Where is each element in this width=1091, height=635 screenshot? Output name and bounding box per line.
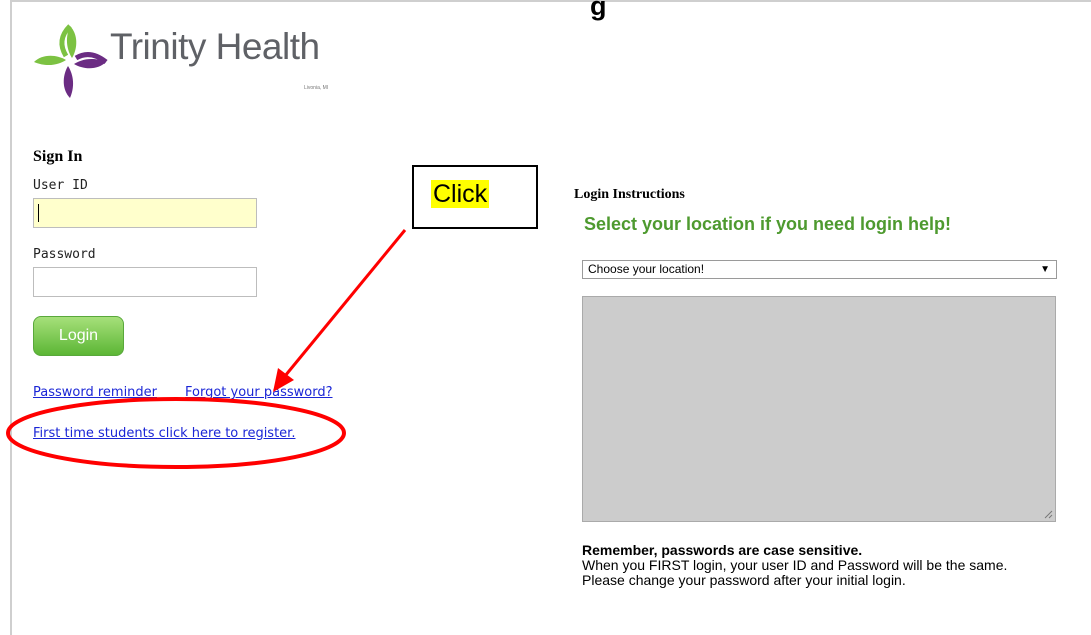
register-link[interactable]: First time students click here to regist…: [33, 426, 295, 441]
userid-input[interactable]: [33, 198, 257, 228]
password-input[interactable]: [33, 267, 257, 297]
brand-name: Trinity Health: [110, 26, 320, 67]
password-label: Password: [33, 247, 96, 262]
resize-grip-icon[interactable]: [1044, 510, 1053, 519]
page-top-text: g: [590, 0, 607, 21]
remember-text: When you FIRST login, your user ID and P…: [582, 558, 1052, 588]
login-button[interactable]: Login: [33, 316, 124, 356]
password-reminder-link[interactable]: Password reminder: [33, 385, 157, 400]
cross-logo-icon: [34, 24, 108, 98]
remember-line-2: Please change your password after your i…: [582, 572, 906, 588]
dropdown-arrow-icon: ▼: [1040, 264, 1050, 275]
click-callout-label: Click: [431, 180, 490, 208]
instructions-heading: Login Instructions: [574, 187, 685, 202]
location-select[interactable]: Choose your location! ▼: [582, 260, 1057, 279]
text-caret: [38, 204, 39, 222]
signin-heading: Sign In: [33, 148, 83, 165]
brand-subtitle: Livonia, MI: [304, 85, 329, 91]
instructions-textarea[interactable]: [582, 296, 1056, 522]
location-select-value: Choose your location!: [588, 262, 705, 276]
instructions-subheading: Select your location if you need login h…: [584, 214, 952, 234]
userid-label: User ID: [33, 178, 88, 193]
forgot-password-link[interactable]: Forgot your password?: [185, 385, 333, 400]
click-callout: Click: [412, 165, 538, 229]
remember-line-1: When you FIRST login, your user ID and P…: [582, 557, 1008, 573]
remember-title: Remember, passwords are case sensitive.: [582, 542, 863, 558]
